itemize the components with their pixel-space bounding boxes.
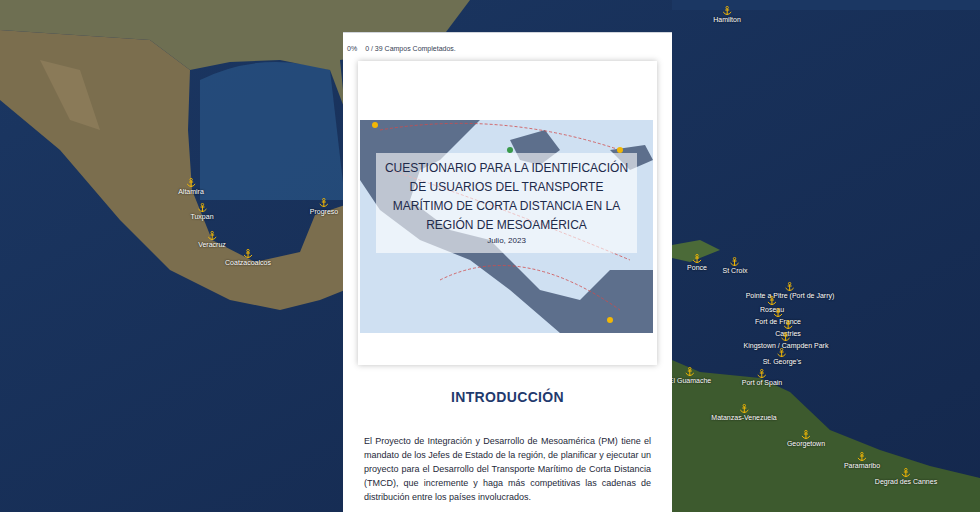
anchor-icon bbox=[739, 404, 749, 414]
port-label: Matanzas-Venezuela bbox=[711, 414, 776, 422]
port-marker[interactable]: Kingstown / Campden Park bbox=[744, 332, 829, 350]
anchor-icon bbox=[785, 282, 795, 292]
anchor-icon bbox=[857, 452, 867, 462]
anchor-icon bbox=[692, 254, 702, 264]
cover-title: CUESTIONARIO PARA LA IDENTIFICACIÓN DE U… bbox=[382, 159, 631, 235]
port-label: Roseau bbox=[760, 306, 784, 314]
port-label: Pointe a Pitre (Port de Jarry) bbox=[746, 292, 835, 300]
progress-label: 0 / 39 Campos Completados. bbox=[365, 44, 456, 55]
cover-image: CUESTIONARIO PARA LA IDENTIFICACIÓN DE U… bbox=[360, 120, 653, 333]
port-label: Coatzacoalcos bbox=[225, 259, 271, 267]
section-heading: INTRODUCCIÓN bbox=[343, 387, 672, 408]
port-label: Tuxpan bbox=[190, 213, 213, 221]
port-marker[interactable]: Castries bbox=[775, 320, 801, 338]
port-label: Progreso bbox=[310, 208, 338, 216]
port-marker[interactable]: Veracruz bbox=[198, 231, 226, 249]
port-marker[interactable]: Progreso bbox=[310, 198, 338, 216]
port-label: Veracruz bbox=[198, 241, 226, 249]
page: Hamilton Altamira Tuxpan Veracruz Coatzacoal… bbox=[0, 0, 980, 512]
anchor-icon bbox=[783, 320, 793, 330]
port-label: Fort de France bbox=[755, 318, 801, 326]
anchor-icon bbox=[801, 430, 811, 440]
port-marker[interactable]: Degrad des Cannes bbox=[875, 468, 937, 486]
port-marker[interactable]: St Croix bbox=[723, 257, 748, 275]
port-marker[interactable]: Fort de France bbox=[755, 308, 801, 326]
port-label: Paramaribo bbox=[844, 462, 880, 470]
anchor-icon bbox=[207, 231, 217, 241]
cover-card: CUESTIONARIO PARA LA IDENTIFICACIÓN DE U… bbox=[358, 61, 657, 365]
anchor-icon bbox=[685, 367, 695, 377]
port-marker[interactable]: Hamilton bbox=[713, 6, 741, 24]
port-label: Degrad des Cannes bbox=[875, 478, 937, 486]
anchor-icon bbox=[186, 178, 196, 188]
progress-header: 0% 0 / 39 Campos Completados. bbox=[343, 33, 672, 56]
port-marker[interactable]: El Guamache bbox=[669, 367, 711, 385]
port-marker[interactable]: Pointe a Pitre (Port de Jarry) bbox=[746, 282, 835, 300]
anchor-icon bbox=[197, 203, 207, 213]
port-marker[interactable]: Coatzacoalcos bbox=[225, 249, 271, 267]
anchor-icon bbox=[781, 332, 791, 342]
port-marker[interactable]: Roseau bbox=[760, 296, 784, 314]
progress-percent: 0% bbox=[347, 44, 357, 55]
port-label: El Guamache bbox=[669, 377, 711, 385]
anchor-icon bbox=[730, 257, 740, 267]
anchor-icon bbox=[777, 348, 787, 358]
port-marker[interactable]: Georgetown bbox=[787, 430, 825, 448]
port-label: St. George's bbox=[763, 358, 802, 366]
port-label: Altamira bbox=[178, 188, 204, 196]
anchor-icon bbox=[243, 249, 253, 259]
port-label: Hamilton bbox=[713, 16, 741, 24]
anchor-icon bbox=[901, 468, 911, 478]
survey-panel: 0% 0 / 39 Campos Completados. CUESTIONARIO… bbox=[343, 32, 672, 512]
port-marker[interactable]: Ponce bbox=[687, 254, 707, 272]
port-marker[interactable]: Tuxpan bbox=[190, 203, 213, 221]
progress-track bbox=[347, 55, 668, 56]
section-paragraph: El Proyecto de Integración y Desarrollo … bbox=[343, 434, 672, 504]
anchor-icon bbox=[757, 369, 767, 379]
port-marker[interactable]: Paramaribo bbox=[844, 452, 880, 470]
port-label: Port of Spain bbox=[742, 379, 782, 387]
cover-date: Julio, 2023 bbox=[487, 235, 526, 247]
port-label: Ponce bbox=[687, 264, 707, 272]
port-label: Castries bbox=[775, 330, 801, 338]
anchor-icon bbox=[767, 296, 777, 306]
port-label: Kingstown / Campden Park bbox=[744, 342, 829, 350]
port-marker[interactable]: Altamira bbox=[178, 178, 204, 196]
port-label: Georgetown bbox=[787, 440, 825, 448]
cover-title-box: CUESTIONARIO PARA LA IDENTIFICACIÓN DE U… bbox=[376, 153, 637, 253]
port-marker[interactable]: St. George's bbox=[763, 348, 802, 366]
anchor-icon bbox=[319, 198, 329, 208]
anchor-icon bbox=[773, 308, 783, 318]
port-label: St Croix bbox=[723, 267, 748, 275]
anchor-icon bbox=[722, 6, 732, 16]
port-marker[interactable]: Matanzas-Venezuela bbox=[711, 404, 776, 422]
port-marker[interactable]: Port of Spain bbox=[742, 369, 782, 387]
